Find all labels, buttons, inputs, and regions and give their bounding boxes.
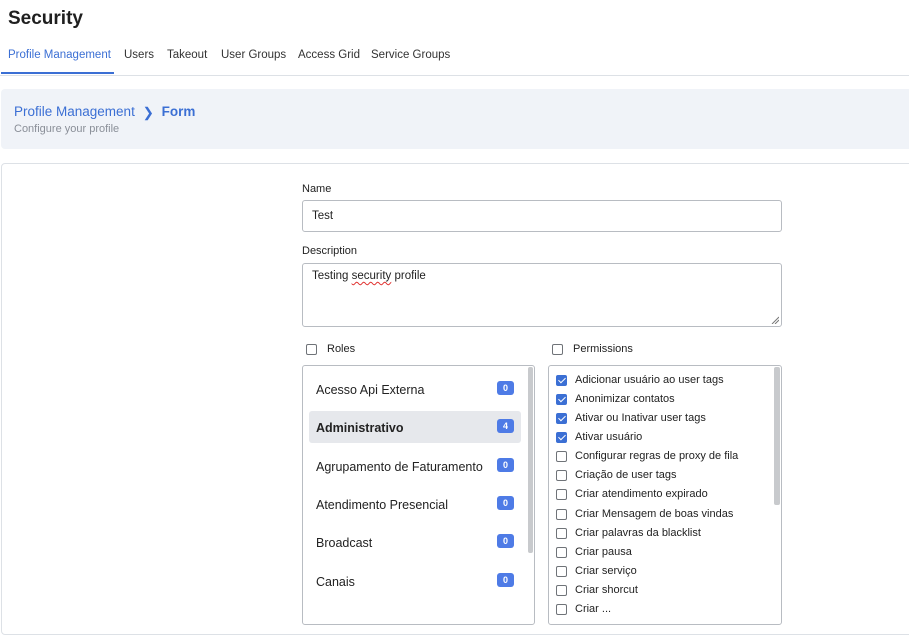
breadcrumb-parent-link[interactable]: Profile Management (14, 104, 135, 119)
permission-checkbox[interactable] (556, 470, 567, 481)
role-name: Atendimento Presencial (316, 498, 449, 512)
role-count-badge: 0 (497, 496, 514, 510)
role-name: Administrativo (316, 421, 404, 435)
description-label: Description (302, 245, 358, 257)
permission-checkbox[interactable] (556, 375, 567, 386)
tab-service-groups[interactable]: Service Groups (371, 49, 450, 61)
tab-access-grid[interactable]: Access Grid (298, 49, 360, 61)
breadcrumb: Profile Management ❯ Form (14, 104, 195, 120)
permission-label: Adicionar usuário ao user tags (575, 374, 724, 386)
permission-checkbox[interactable] (556, 585, 567, 596)
permission-label: Anonimizar contatos (575, 393, 675, 405)
permission-checkbox[interactable] (556, 566, 567, 577)
permissions-scrollbar[interactable] (774, 367, 780, 505)
role-item-agrupamento-de-faturamento[interactable]: Agrupamento de Faturamento 0 (309, 450, 521, 482)
permissions-select-all-checkbox[interactable] (552, 344, 563, 355)
role-count-badge: 0 (497, 381, 514, 395)
chevron-right-icon: ❯ (142, 105, 154, 120)
permission-label: Criar Mensagem de boas vindas (575, 508, 734, 520)
permissions-list[interactable]: Adicionar usuário ao user tags Anonimiza… (548, 365, 782, 625)
role-name: Agrupamento de Faturamento (316, 460, 483, 474)
permission-label: Criar shorcut (575, 584, 638, 596)
role-count-badge: 0 (497, 534, 514, 548)
page-subtitle: Configure your profile (14, 123, 120, 135)
role-count-badge: 0 (497, 573, 514, 587)
role-name: Canais (316, 575, 355, 589)
permission-checkbox[interactable] (556, 528, 567, 539)
name-label: Name (302, 183, 332, 195)
permission-checkbox[interactable] (556, 413, 567, 424)
description-value: Testing security profile (312, 270, 426, 282)
role-item-broadcast[interactable]: Broadcast 0 (309, 526, 521, 558)
permission-checkbox[interactable] (556, 604, 567, 615)
active-tab-indicator (1, 72, 114, 74)
permission-label: Criar atendimento expirado (575, 488, 708, 500)
role-item-administrativo[interactable]: Administrativo 4 (309, 411, 521, 443)
permission-checkbox[interactable] (556, 547, 567, 558)
page-header: Profile Management ❯ Form Configure your… (1, 89, 909, 149)
permission-checkbox[interactable] (556, 451, 567, 462)
role-name: Broadcast (316, 536, 373, 550)
role-item-acesso-api-externa[interactable]: Acesso Api Externa 0 (309, 373, 521, 405)
tab-users[interactable]: Users (124, 49, 154, 61)
role-item-atendimento-presencial[interactable]: Atendimento Presencial 0 (309, 488, 521, 520)
permission-label: Criação de user tags (575, 469, 677, 481)
tab-profile-management[interactable]: Profile Management (8, 49, 111, 61)
description-field[interactable]: Testing security profile (302, 263, 782, 327)
permission-label: Criar pausa (575, 546, 632, 558)
tab-takeout[interactable]: Takeout (167, 49, 207, 61)
roles-label: Roles (327, 343, 356, 355)
page-title: Security (8, 8, 83, 29)
roles-list[interactable]: Acesso Api Externa 0 Administrativo 4 Ag… (302, 365, 535, 625)
breadcrumb-current: Form (161, 104, 196, 119)
name-field[interactable]: Test (302, 200, 782, 232)
permission-checkbox[interactable] (556, 432, 567, 443)
role-name: Acesso Api Externa (316, 383, 425, 397)
permission-checkbox[interactable] (556, 489, 567, 500)
permission-label: Criar ... (575, 603, 612, 615)
role-count-badge: 4 (497, 419, 514, 433)
resize-handle-icon[interactable] (771, 316, 779, 324)
roles-scrollbar[interactable] (528, 367, 533, 553)
permission-label: Criar serviço (575, 565, 637, 577)
permission-label: Configurar regras de proxy de fila (575, 450, 739, 462)
tab-user-groups[interactable]: User Groups (221, 49, 286, 61)
permission-checkbox[interactable] (556, 394, 567, 405)
tab-bar: Profile Management Users Takeout User Gr… (0, 40, 909, 76)
permission-label: Criar palavras da blacklist (575, 527, 701, 539)
role-item-canais[interactable]: Canais 0 (309, 565, 521, 597)
permissions-label: Permissions (573, 343, 633, 355)
roles-select-all-checkbox[interactable] (306, 344, 317, 355)
permission-label: Ativar ou Inativar user tags (575, 412, 706, 424)
permission-checkbox[interactable] (556, 509, 567, 520)
name-field-value: Test (312, 210, 334, 222)
role-count-badge: 0 (497, 458, 514, 472)
permission-label: Ativar usuário (575, 431, 643, 443)
